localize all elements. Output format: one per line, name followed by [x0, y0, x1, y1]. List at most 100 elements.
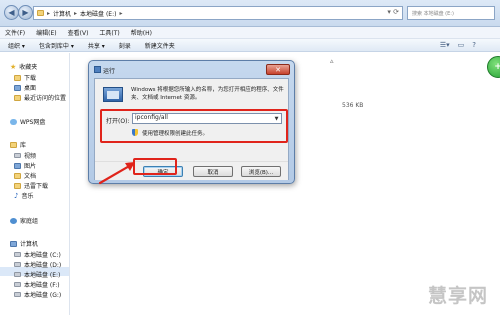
sidebar-label: 迅雷下载: [24, 183, 49, 190]
sidebar-label: 本地磁盘 (C:): [24, 252, 61, 259]
sidebar-item-downloads[interactable]: 下载: [14, 73, 36, 82]
sidebar-label: 下载: [24, 75, 37, 82]
sidebar-label: 本地磁盘 (F:): [24, 282, 60, 289]
menu-help[interactable]: 帮助(H): [131, 28, 152, 37]
drive-icon: [14, 252, 21, 257]
sidebar-label: 本地磁盘 (D:): [24, 262, 62, 269]
drive-icon: [14, 272, 21, 277]
menu-bar: 文件(F) 编辑(E) 查看(V) 工具(T) 帮助(H): [0, 27, 500, 39]
sidebar-label: 本地磁盘 (E:): [24, 272, 61, 279]
column-header-sort-icon: ▵: [330, 57, 334, 65]
file-size: 536 KB: [342, 102, 364, 109]
sidebar-item-drive-f[interactable]: 本地磁盘 (F:): [14, 280, 60, 289]
sidebar-item-drive-g[interactable]: 本地磁盘 (G:): [14, 290, 61, 299]
address-toolbar: ◀ ▶ ▸ 计算机 ▸ 本地磁盘 (E:) ▸ ▾ ⟳ 搜索 本地磁盘 (E:): [0, 0, 500, 27]
new-folder-button[interactable]: 新建文件夹: [145, 41, 175, 50]
downloads-folder-icon: [14, 74, 21, 81]
sidebar-item-drive-d[interactable]: 本地磁盘 (D:): [14, 260, 61, 269]
search-input[interactable]: 搜索 本地磁盘 (E:): [407, 6, 495, 20]
sidebar-label: 视频: [24, 153, 37, 160]
drive-icon: [14, 282, 21, 287]
sidebar-label: WPS网盘: [20, 119, 46, 126]
sidebar-computer[interactable]: 计算机: [10, 239, 38, 248]
cancel-button[interactable]: 取消: [193, 166, 233, 177]
help-icon[interactable]: ?: [472, 41, 476, 49]
command-toolbar: 组织 ▾ 包含到库中 ▾ 共享 ▾ 刻录 新建文件夹 ☰▾ ▭ ?: [0, 39, 500, 52]
admin-note: 使用管理权限创建此任务。: [142, 131, 209, 137]
breadcrumb-separator: ▸: [47, 9, 51, 17]
dialog-title: 运行: [103, 68, 116, 75]
ok-highlight-annotation: [133, 158, 177, 175]
menu-file[interactable]: 文件(F): [5, 28, 25, 37]
dialog-description: Windows 将根据您所输入的名称，为您打开相应的程序、文件夹、文档或 Int…: [131, 87, 284, 101]
sidebar-favorites[interactable]: ★ 收藏夹: [10, 62, 37, 71]
drive-icon: [14, 292, 21, 297]
sidebar-label: 计算机: [20, 241, 39, 248]
command-input[interactable]: ipconfig/all: [132, 113, 282, 124]
library-icon: [10, 141, 17, 148]
sidebar-item-thunder[interactable]: 迅雷下载: [14, 181, 48, 190]
include-in-library-button[interactable]: 包含到库中 ▾: [39, 41, 74, 50]
menu-view[interactable]: 查看(V): [68, 28, 89, 37]
thunder-folder-icon: [14, 182, 21, 189]
breadcrumb-separator: ▸: [119, 9, 123, 17]
desktop-icon: [14, 84, 21, 91]
menu-tools[interactable]: 工具(T): [99, 28, 119, 37]
sidebar-item-music[interactable]: ♪ 音乐: [14, 191, 33, 200]
watermark: 慧享网: [428, 285, 489, 307]
close-button[interactable]: ✕: [266, 64, 290, 75]
document-icon: [14, 172, 21, 179]
navigation-pane: ★ 收藏夹 下载 桌面 最近访问的位置 WPS网盘 库 视频 图片 文档 迅雷下…: [0, 53, 70, 315]
picture-icon: [14, 162, 21, 169]
sidebar-item-pictures[interactable]: 图片: [14, 161, 36, 170]
forward-button[interactable]: ▶: [18, 5, 33, 20]
music-icon: ♪: [14, 191, 19, 200]
video-icon: [14, 153, 21, 158]
folder-icon: [37, 10, 44, 16]
cloud-icon: [10, 118, 17, 125]
sidebar-label: 图片: [24, 163, 37, 170]
shield-icon: [132, 129, 138, 136]
computer-icon: [10, 240, 17, 247]
breadcrumb-separator: ▸: [74, 9, 78, 17]
run-program-icon: [103, 87, 123, 102]
preview-pane-icon[interactable]: ▭: [458, 41, 465, 49]
recent-places-icon: [14, 94, 21, 101]
sidebar-item-desktop[interactable]: 桌面: [14, 83, 36, 92]
sidebar-homegroup[interactable]: 家庭组: [10, 216, 38, 225]
sidebar-label: 文档: [24, 173, 37, 180]
sidebar-item-documents[interactable]: 文档: [14, 171, 36, 180]
run-icon: [94, 66, 101, 73]
back-button[interactable]: ◀: [4, 5, 19, 20]
sidebar-library[interactable]: 库: [10, 140, 26, 149]
sidebar-label: 最近访问的位置: [24, 95, 67, 102]
drive-icon: [14, 262, 21, 267]
breadcrumb-computer[interactable]: 计算机: [53, 9, 71, 18]
sidebar-item-drive-e[interactable]: 本地磁盘 (E:): [14, 270, 60, 279]
sidebar-label: 桌面: [24, 85, 37, 92]
sidebar-item-drive-c[interactable]: 本地磁盘 (C:): [14, 250, 61, 259]
view-options-icon[interactable]: ☰▾: [440, 41, 450, 49]
sidebar-wps[interactable]: WPS网盘: [10, 117, 45, 126]
star-icon: ★: [10, 62, 17, 71]
sidebar-label: 本地磁盘 (G:): [24, 292, 62, 299]
sidebar-label: 音乐: [21, 193, 34, 200]
arrow-annotation-icon: [98, 162, 135, 185]
open-label: 打开(O):: [106, 118, 130, 125]
burn-button[interactable]: 刻录: [119, 41, 131, 50]
view-controls: ☰▾ ▭ ?: [440, 41, 476, 49]
browse-button[interactable]: 浏览(B)...: [241, 166, 281, 177]
homegroup-icon: [10, 217, 17, 224]
sidebar-item-videos[interactable]: 视频: [14, 151, 36, 160]
organize-button[interactable]: 组织 ▾: [8, 41, 25, 50]
sidebar-label: 库: [20, 142, 27, 149]
share-button[interactable]: 共享 ▾: [88, 41, 105, 50]
refresh-icon[interactable]: ▾ ⟳: [387, 8, 399, 16]
menu-edit[interactable]: 编辑(E): [36, 28, 56, 37]
address-bar[interactable]: ▸ 计算机 ▸ 本地磁盘 (E:) ▸ ▾ ⟳: [33, 6, 403, 20]
chevron-down-icon[interactable]: ▼: [272, 114, 281, 123]
sidebar-label: 收藏夹: [19, 64, 38, 71]
breadcrumb-drive[interactable]: 本地磁盘 (E:): [80, 9, 116, 18]
sidebar-item-recent[interactable]: 最近访问的位置: [14, 93, 66, 102]
sidebar-label: 家庭组: [20, 218, 39, 225]
